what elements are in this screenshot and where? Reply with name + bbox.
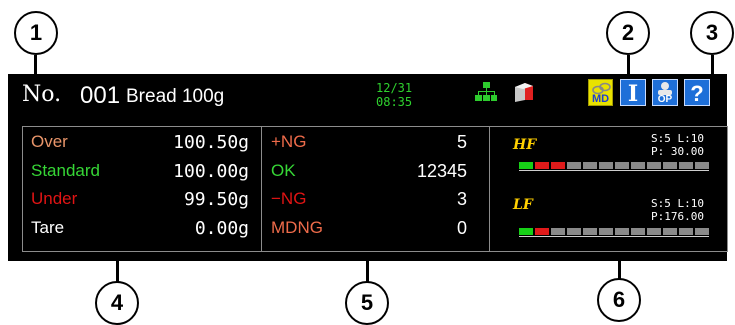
weight-label: Standard	[31, 161, 100, 180]
weight-value: 0.00g	[194, 218, 249, 239]
lf-settings: S:5 L:10	[651, 197, 704, 210]
callout-5: 5	[345, 281, 389, 325]
weight-value: 100.00g	[173, 161, 249, 182]
level-segment	[535, 162, 549, 169]
callout-2: 2	[606, 11, 650, 55]
device-screen: No. 001 Bread 100g 12/31 08:35 MD I OP ?…	[8, 74, 728, 261]
level-segment	[599, 162, 613, 169]
count-value: 0	[456, 218, 467, 238]
weight-value: 100.50g	[173, 132, 249, 153]
level-segment	[551, 228, 565, 235]
count-label: MDNG	[271, 218, 323, 237]
weight-label: Over	[31, 132, 68, 151]
weight-row-standard: Standard 100.00g	[23, 161, 261, 184]
level-segment	[551, 162, 565, 169]
callout-1: 1	[14, 11, 58, 55]
level-segment	[663, 228, 677, 235]
count-label: +NG	[271, 132, 307, 151]
product-number-label: No.	[22, 82, 62, 107]
operator-icon[interactable]: OP	[652, 79, 678, 106]
network-icon	[475, 82, 497, 101]
hf-level-bar	[519, 162, 709, 171]
divider-2	[489, 127, 490, 251]
time-text: 08:35	[376, 95, 413, 109]
count-row-ok: OK 12345	[261, 161, 489, 184]
level-segment	[647, 162, 661, 169]
hf-phase: P: 30.00	[651, 145, 704, 158]
level-segment	[631, 162, 645, 169]
help-icon-label: ?	[690, 81, 704, 106]
level-segment	[599, 228, 613, 235]
product-name[interactable]: Bread 100g	[126, 86, 224, 108]
level-segment	[647, 228, 661, 235]
datetime: 12/31 08:35	[376, 81, 412, 109]
help-icon[interactable]: ?	[684, 79, 710, 106]
info-icon[interactable]: I	[620, 79, 646, 107]
weight-row-tare: Tare 0.00g	[23, 218, 261, 241]
level-segment	[567, 162, 581, 169]
callout-4: 4	[95, 281, 139, 325]
level-segment	[679, 228, 693, 235]
count-value: 12345	[416, 161, 467, 181]
lf-label: LF	[513, 197, 533, 213]
status-panel: Over 100.50g Standard 100.00g Under 99.5…	[22, 126, 728, 252]
lf-level-bar	[519, 228, 709, 237]
level-segment	[535, 228, 549, 235]
weight-value: 99.50g	[183, 189, 249, 210]
level-segment	[519, 162, 533, 169]
callout-3: 3	[690, 11, 734, 55]
operator-icon-label: OP	[657, 94, 673, 105]
count-label: −NG	[271, 189, 307, 208]
level-segment	[567, 228, 581, 235]
level-segment	[615, 228, 629, 235]
level-segment	[583, 228, 597, 235]
hf-settings: S:5 L:10	[651, 132, 704, 145]
callout-6: 6	[597, 278, 641, 322]
count-row-plus-ng: +NG 5	[261, 132, 489, 155]
level-segment	[679, 162, 693, 169]
date-text: 12/31	[376, 81, 413, 95]
level-segment	[663, 162, 677, 169]
person-icon	[658, 82, 672, 95]
level-segment	[583, 162, 597, 169]
level-segment	[631, 228, 645, 235]
level-segment	[615, 162, 629, 169]
weight-row-over: Over 100.50g	[23, 132, 261, 155]
count-row-mdng: MDNG 0	[261, 218, 489, 241]
product-number[interactable]: 001	[80, 82, 120, 110]
count-value: 5	[456, 132, 467, 152]
md-icon[interactable]: MD	[588, 79, 613, 106]
storage-icon	[515, 83, 533, 102]
level-segment	[695, 228, 709, 235]
weight-label: Under	[31, 189, 78, 208]
level-segment	[695, 162, 709, 169]
md-icon-label: MD	[592, 93, 610, 105]
level-segment	[519, 228, 533, 235]
count-row-minus-ng: −NG 3	[261, 189, 489, 212]
weight-row-under: Under 99.50g	[23, 189, 261, 212]
info-icon-label: I	[627, 81, 639, 107]
hf-label: HF	[513, 137, 537, 153]
lf-phase: P:176.00	[651, 210, 704, 223]
count-value: 3	[456, 189, 467, 209]
count-label: OK	[271, 161, 296, 180]
weight-label: Tare	[31, 218, 65, 237]
